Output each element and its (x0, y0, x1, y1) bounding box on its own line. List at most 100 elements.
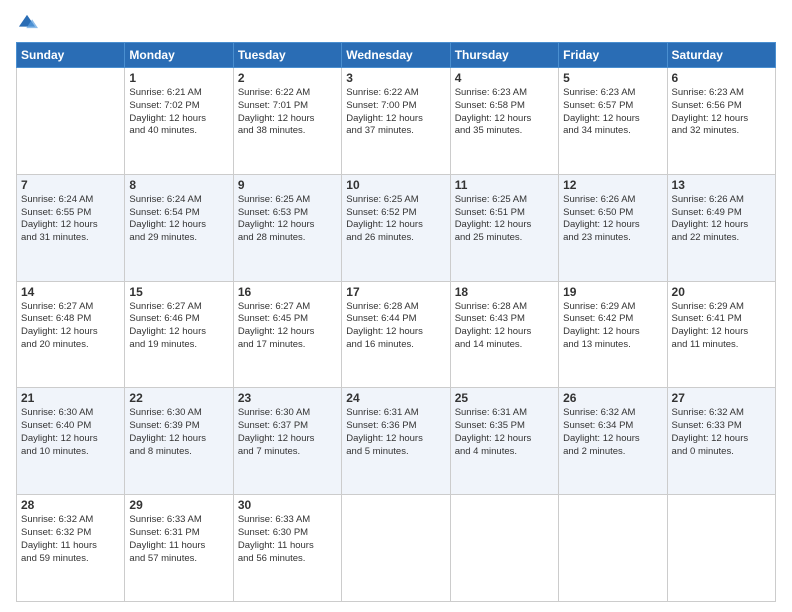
logo-icon (16, 12, 38, 34)
day-number: 8 (129, 178, 228, 192)
weekday-header: Wednesday (342, 43, 450, 68)
weekday-header: Thursday (450, 43, 558, 68)
day-number: 9 (238, 178, 337, 192)
day-detail: Sunrise: 6:23 AM Sunset: 6:57 PM Dayligh… (563, 87, 662, 138)
day-detail: Sunrise: 6:31 AM Sunset: 6:36 PM Dayligh… (346, 407, 445, 458)
weekday-header: Saturday (667, 43, 775, 68)
calendar-cell: 6Sunrise: 6:23 AM Sunset: 6:56 PM Daylig… (667, 68, 775, 175)
calendar-cell: 1 Sunrise: 6:21 AM Sunset: 7:02 PM Daylig… (125, 68, 233, 175)
day-detail: Sunrise: 6:25 AM Sunset: 6:52 PM Dayligh… (346, 194, 445, 245)
calendar-cell: 3 Sunrise: 6:22 AM Sunset: 7:00 PM Daylig… (342, 68, 450, 175)
day-number: 26 (563, 391, 662, 405)
day-number: 4 (455, 71, 554, 85)
calendar-table: SundayMondayTuesdayWednesdayThursdayFrid… (16, 42, 776, 602)
day-detail: Sunrise: 6:27 AM Sunset: 6:48 PM Dayligh… (21, 301, 120, 352)
day-detail: Sunrise: 6:33 AM Sunset: 6:31 PM Dayligh… (129, 514, 228, 565)
logo (16, 12, 42, 34)
day-number: 30 (238, 498, 337, 512)
calendar-week-row: 28 Sunrise: 6:32 AM Sunset: 6:32 PM Dayli… (17, 495, 776, 602)
day-detail: Sunrise: 6:31 AM Sunset: 6:35 PM Dayligh… (455, 407, 554, 458)
calendar-cell: 17 Sunrise: 6:28 AM Sunset: 6:44 PM Dayli… (342, 281, 450, 388)
day-number: 16 (238, 285, 337, 299)
calendar-cell: 7 Sunrise: 6:24 AM Sunset: 6:55 PM Daylig… (17, 174, 125, 281)
calendar-cell: 18 Sunrise: 6:28 AM Sunset: 6:43 PM Dayli… (450, 281, 558, 388)
calendar-week-row: 21Sunrise: 6:30 AM Sunset: 6:40 PM Dayli… (17, 388, 776, 495)
day-number: 10 (346, 178, 445, 192)
calendar-cell: 20Sunrise: 6:29 AM Sunset: 6:41 PM Dayli… (667, 281, 775, 388)
day-detail: Sunrise: 6:22 AM Sunset: 7:00 PM Dayligh… (346, 87, 445, 138)
calendar-cell (559, 495, 667, 602)
calendar-cell: 23Sunrise: 6:30 AM Sunset: 6:37 PM Dayli… (233, 388, 341, 495)
day-detail: Sunrise: 6:29 AM Sunset: 6:42 PM Dayligh… (563, 301, 662, 352)
day-number: 2 (238, 71, 337, 85)
calendar-cell: 22 Sunrise: 6:30 AM Sunset: 6:39 PM Dayli… (125, 388, 233, 495)
day-detail: Sunrise: 6:25 AM Sunset: 6:51 PM Dayligh… (455, 194, 554, 245)
calendar-cell: 12Sunrise: 6:26 AM Sunset: 6:50 PM Dayli… (559, 174, 667, 281)
calendar-cell (342, 495, 450, 602)
calendar-cell: 11 Sunrise: 6:25 AM Sunset: 6:51 PM Dayli… (450, 174, 558, 281)
calendar-cell: 19 Sunrise: 6:29 AM Sunset: 6:42 PM Dayli… (559, 281, 667, 388)
calendar-cell: 24 Sunrise: 6:31 AM Sunset: 6:36 PM Dayli… (342, 388, 450, 495)
day-detail: Sunrise: 6:29 AM Sunset: 6:41 PM Dayligh… (672, 301, 771, 352)
calendar-cell: 4Sunrise: 6:23 AM Sunset: 6:58 PM Daylig… (450, 68, 558, 175)
day-detail: Sunrise: 6:25 AM Sunset: 6:53 PM Dayligh… (238, 194, 337, 245)
day-detail: Sunrise: 6:21 AM Sunset: 7:02 PM Dayligh… (129, 87, 228, 138)
calendar-cell: 28 Sunrise: 6:32 AM Sunset: 6:32 PM Dayli… (17, 495, 125, 602)
day-number: 7 (21, 178, 120, 192)
day-number: 22 (129, 391, 228, 405)
day-number: 1 (129, 71, 228, 85)
day-detail: Sunrise: 6:30 AM Sunset: 6:39 PM Dayligh… (129, 407, 228, 458)
day-number: 14 (21, 285, 120, 299)
calendar-cell: 8 Sunrise: 6:24 AM Sunset: 6:54 PM Daylig… (125, 174, 233, 281)
day-detail: Sunrise: 6:30 AM Sunset: 6:37 PM Dayligh… (238, 407, 337, 458)
day-number: 18 (455, 285, 554, 299)
day-detail: Sunrise: 6:26 AM Sunset: 6:49 PM Dayligh… (672, 194, 771, 245)
calendar-week-row: 1 Sunrise: 6:21 AM Sunset: 7:02 PM Daylig… (17, 68, 776, 175)
weekday-header: Monday (125, 43, 233, 68)
day-number: 3 (346, 71, 445, 85)
calendar-cell: 13 Sunrise: 6:26 AM Sunset: 6:49 PM Dayli… (667, 174, 775, 281)
calendar-cell: 27 Sunrise: 6:32 AM Sunset: 6:33 PM Dayli… (667, 388, 775, 495)
calendar-page: SundayMondayTuesdayWednesdayThursdayFrid… (0, 0, 792, 612)
weekday-header: Sunday (17, 43, 125, 68)
weekday-header: Tuesday (233, 43, 341, 68)
day-number: 6 (672, 71, 771, 85)
day-number: 11 (455, 178, 554, 192)
calendar-cell: 30 Sunrise: 6:33 AM Sunset: 6:30 PM Dayli… (233, 495, 341, 602)
day-detail: Sunrise: 6:28 AM Sunset: 6:44 PM Dayligh… (346, 301, 445, 352)
day-number: 24 (346, 391, 445, 405)
day-number: 5 (563, 71, 662, 85)
calendar-cell (17, 68, 125, 175)
day-detail: Sunrise: 6:22 AM Sunset: 7:01 PM Dayligh… (238, 87, 337, 138)
day-detail: Sunrise: 6:32 AM Sunset: 6:32 PM Dayligh… (21, 514, 120, 565)
day-number: 12 (563, 178, 662, 192)
header (16, 12, 776, 34)
calendar-cell: 25 Sunrise: 6:31 AM Sunset: 6:35 PM Dayli… (450, 388, 558, 495)
day-detail: Sunrise: 6:30 AM Sunset: 6:40 PM Dayligh… (21, 407, 120, 458)
day-number: 13 (672, 178, 771, 192)
calendar-cell: 15Sunrise: 6:27 AM Sunset: 6:46 PM Dayli… (125, 281, 233, 388)
day-detail: Sunrise: 6:24 AM Sunset: 6:54 PM Dayligh… (129, 194, 228, 245)
calendar-cell: 16Sunrise: 6:27 AM Sunset: 6:45 PM Dayli… (233, 281, 341, 388)
day-detail: Sunrise: 6:32 AM Sunset: 6:33 PM Dayligh… (672, 407, 771, 458)
calendar-cell: 21Sunrise: 6:30 AM Sunset: 6:40 PM Dayli… (17, 388, 125, 495)
calendar-week-row: 14 Sunrise: 6:27 AM Sunset: 6:48 PM Dayli… (17, 281, 776, 388)
calendar-week-row: 7 Sunrise: 6:24 AM Sunset: 6:55 PM Daylig… (17, 174, 776, 281)
day-number: 25 (455, 391, 554, 405)
calendar-cell: 29 Sunrise: 6:33 AM Sunset: 6:31 PM Dayli… (125, 495, 233, 602)
day-detail: Sunrise: 6:28 AM Sunset: 6:43 PM Dayligh… (455, 301, 554, 352)
day-detail: Sunrise: 6:24 AM Sunset: 6:55 PM Dayligh… (21, 194, 120, 245)
day-detail: Sunrise: 6:32 AM Sunset: 6:34 PM Dayligh… (563, 407, 662, 458)
calendar-cell (450, 495, 558, 602)
day-number: 28 (21, 498, 120, 512)
day-number: 27 (672, 391, 771, 405)
calendar-cell: 26 Sunrise: 6:32 AM Sunset: 6:34 PM Dayli… (559, 388, 667, 495)
day-number: 19 (563, 285, 662, 299)
calendar-cell (667, 495, 775, 602)
day-detail: Sunrise: 6:33 AM Sunset: 6:30 PM Dayligh… (238, 514, 337, 565)
calendar-cell: 2 Sunrise: 6:22 AM Sunset: 7:01 PM Daylig… (233, 68, 341, 175)
day-number: 29 (129, 498, 228, 512)
calendar-cell: 9 Sunrise: 6:25 AM Sunset: 6:53 PM Daylig… (233, 174, 341, 281)
day-number: 17 (346, 285, 445, 299)
day-detail: Sunrise: 6:27 AM Sunset: 6:46 PM Dayligh… (129, 301, 228, 352)
